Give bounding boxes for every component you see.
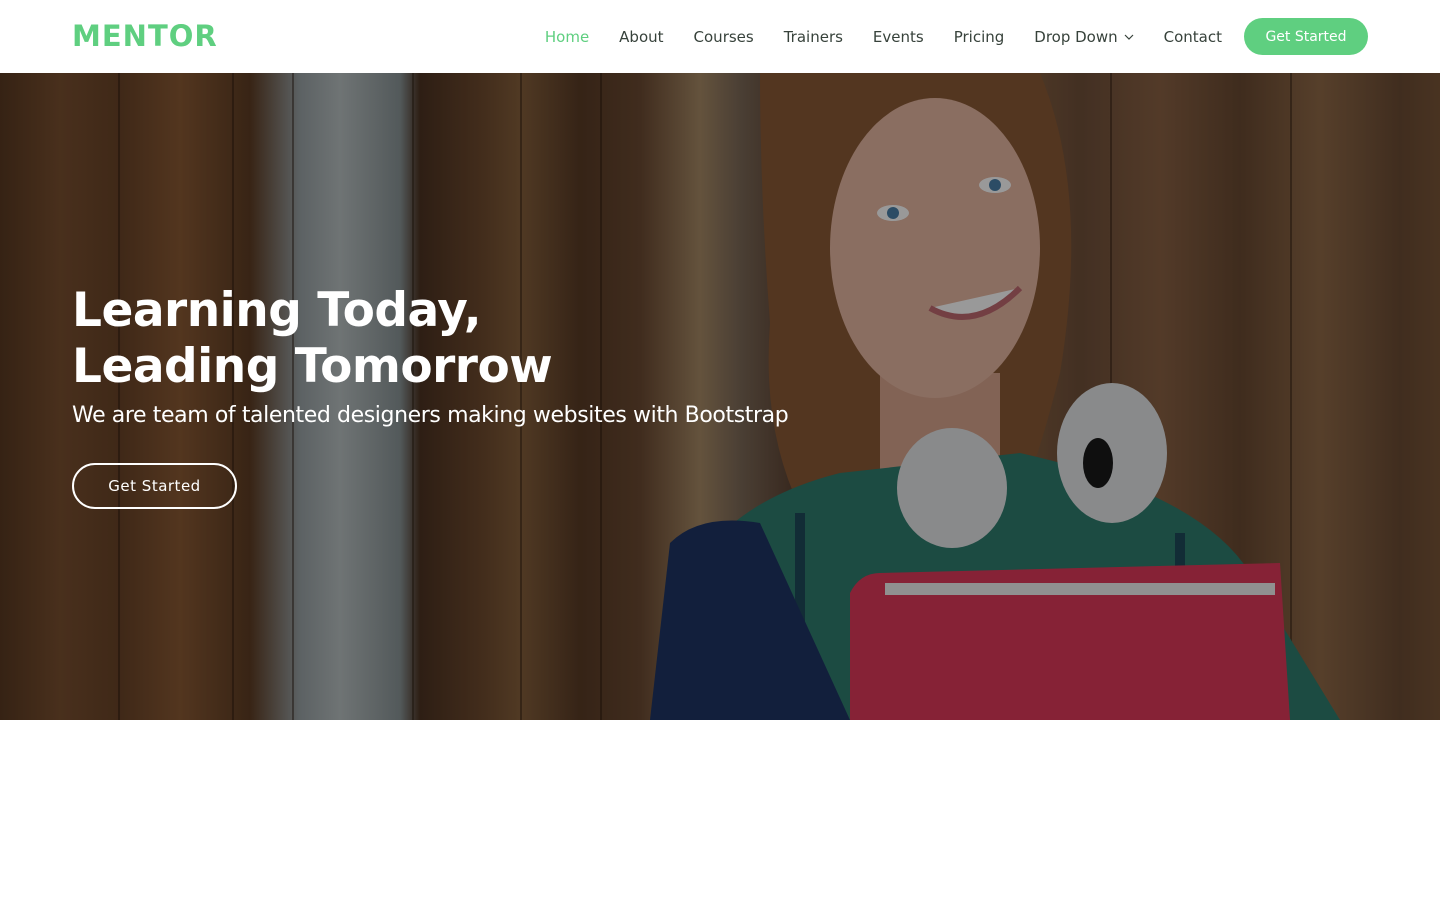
nav-home[interactable]: Home [545, 28, 589, 46]
nav-events[interactable]: Events [873, 28, 924, 46]
chevron-down-icon [1124, 34, 1134, 40]
hero-title-line2: Leading Tomorrow [72, 339, 553, 394]
nav-courses[interactable]: Courses [694, 28, 754, 46]
site-header: MENTOR Home About Courses Trainers Event… [0, 0, 1440, 73]
nav-about[interactable]: About [619, 28, 663, 46]
logo[interactable]: MENTOR [72, 16, 218, 56]
nav-dropdown-label: Drop Down [1034, 27, 1118, 46]
hero-section: Learning Today, Leading Tomorrow We are … [0, 73, 1440, 720]
hero-overlay [0, 73, 1440, 720]
nav-trainers[interactable]: Trainers [784, 28, 843, 46]
hero-title-line1: Learning Today, [72, 283, 482, 338]
main-nav: Home About Courses Trainers Events Prici… [545, 0, 1368, 73]
nav-pricing[interactable]: Pricing [954, 28, 1005, 46]
hero-get-started-button[interactable]: Get Started [72, 463, 237, 509]
nav-dropdown[interactable]: Drop Down [1034, 27, 1134, 46]
nav-contact[interactable]: Contact [1164, 28, 1222, 46]
hero-title: Learning Today, Leading Tomorrow [72, 283, 772, 395]
get-started-button[interactable]: Get Started [1244, 18, 1368, 55]
hero-subtitle: We are team of talented designers making… [72, 403, 789, 428]
